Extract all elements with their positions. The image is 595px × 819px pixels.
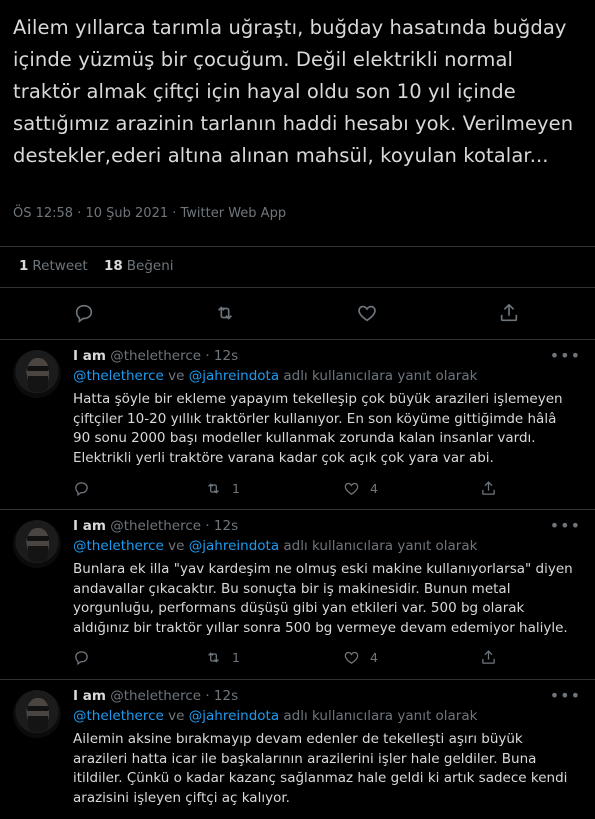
share-icon[interactable] [480,480,497,497]
tweet-stats: 1 Retweet 18 Beğeni [0,246,595,288]
share-icon[interactable] [480,649,497,666]
reply-header: I am @theletherce · 12s [73,518,238,534]
handle-time: @theletherce · 12s [110,518,239,534]
retweets-stat[interactable]: 1 Retweet [19,258,88,274]
share-icon[interactable] [498,302,522,326]
more-icon[interactable]: ••• [550,346,581,365]
retweet-label: Retweet [32,258,88,274]
avatar[interactable] [13,350,61,398]
mention-link[interactable]: @theletherce [73,708,164,724]
likes-stat[interactable]: 18 Beğeni [104,258,174,274]
like-count: 4 [370,481,378,496]
reply-icon[interactable] [73,302,97,326]
handle-time: @theletherce · 12s [110,688,239,704]
reply-tweet[interactable]: I am @theletherce · 12s ••• @theletherce… [0,680,595,819]
retweet-count: 1 [19,258,29,274]
retweet-count: 1 [232,481,240,496]
connector-text: ve [163,708,189,724]
reply-tweet[interactable]: I am @theletherce · 12s ••• @theletherce… [0,510,595,680]
reply-icon[interactable] [73,649,90,666]
retweet-icon [208,652,219,663]
like-icon [344,482,359,495]
reply-icon[interactable] [73,480,90,497]
tweet-actions [0,288,595,340]
reply-text: Hatta şöyle bir ekleme yapayım tekelleşi… [73,391,563,466]
display-name[interactable]: I am [73,518,106,534]
display-name[interactable]: I am [73,348,106,364]
retweet-count: 1 [232,650,240,665]
like-icon [344,651,359,664]
like-label: Beğeni [126,258,174,274]
mention-link[interactable]: @jahreindota [189,538,279,554]
tweet-text: Ailem yıllarca tarımla uğraştı, buğday h… [13,16,574,167]
like-button[interactable]: 4 [343,649,378,666]
main-tweet: Ailem yıllarca tarımla uğraştı, buğday h… [13,12,583,172]
tweet-timestamp[interactable]: ÖS 12:58 · 10 Şub 2021 · Twitter Web App [13,206,286,221]
mention-link[interactable]: @theletherce [73,538,164,554]
replying-suffix: adlı kullanıcılara yanıt olarak [279,708,478,724]
like-count: 4 [370,650,378,665]
retweet-icon [208,483,219,494]
like-button[interactable]: 4 [343,480,378,497]
mention-link[interactable]: @theletherce [73,368,164,384]
retweet-button[interactable]: 1 [205,480,240,497]
mention-link[interactable]: @jahreindota [189,368,279,384]
replying-to: @theletherce ve @jahreindota adlı kullan… [73,538,477,554]
reply-tweet[interactable]: I am @theletherce · 12s ••• @theletherce… [0,340,595,510]
reply-text: Bunlara ek illa "yav kardeşim ne olmuş e… [73,561,573,636]
connector-text: ve [163,368,189,384]
mention-link[interactable]: @jahreindota [189,708,279,724]
reply-header: I am @theletherce · 12s [73,688,238,704]
avatar[interactable] [13,690,61,738]
like-count: 18 [104,258,123,274]
more-icon[interactable]: ••• [550,686,581,705]
connector-text: ve [163,538,189,554]
reply-text: Ailemin aksine bırakmayıp devam edenler … [73,731,568,806]
replying-to: @theletherce ve @jahreindota adlı kullan… [73,708,477,724]
retweet-button[interactable]: 1 [205,649,240,666]
avatar[interactable] [13,520,61,568]
replying-suffix: adlı kullanıcılara yanıt olarak [279,368,478,384]
replying-suffix: adlı kullanıcılara yanıt olarak [279,538,478,554]
handle-time: @theletherce · 12s [110,348,239,364]
like-icon[interactable] [356,302,380,326]
display-name[interactable]: I am [73,688,106,704]
reply-header: I am @theletherce · 12s [73,348,238,364]
retweet-icon[interactable] [214,302,238,326]
more-icon[interactable]: ••• [550,516,581,535]
replying-to: @theletherce ve @jahreindota adlı kullan… [73,368,477,384]
